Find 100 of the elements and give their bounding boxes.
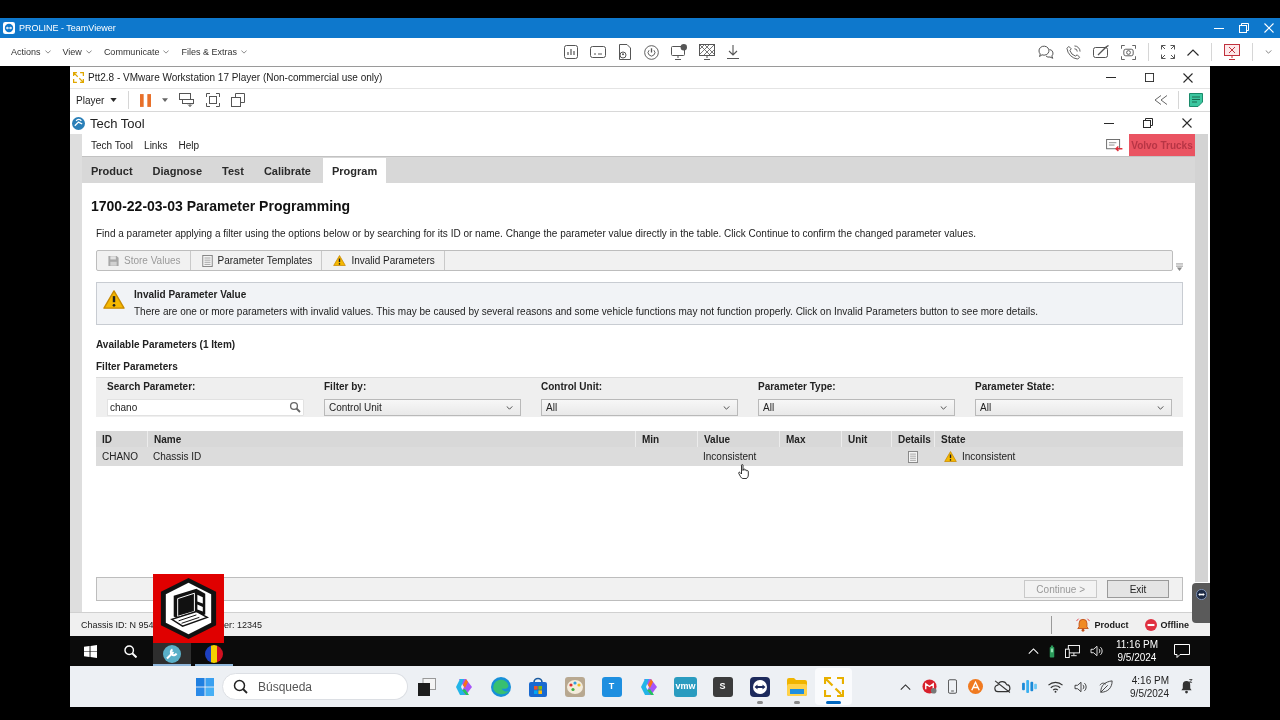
side-handle[interactable]	[1192, 583, 1210, 623]
warning-icon	[333, 255, 347, 266]
ribbon-logo-icon	[638, 676, 659, 697]
menu-button[interactable]: Actions	[11, 47, 51, 57]
menu-item[interactable]: Tech Tool	[91, 139, 134, 151]
dropdown[interactable]: All	[758, 399, 955, 416]
description-text: Find a parameter applying a filter using the options below or by searching for its ID or name. Change the parameter value directly in the table. Click Continue to confirm the changed parameter values.	[96, 228, 977, 240]
close-icon[interactable]	[1183, 72, 1193, 83]
app-tile: S	[712, 676, 733, 697]
restore-icon[interactable]	[1143, 118, 1153, 128]
phone-icon[interactable]	[1066, 44, 1081, 60]
monitor-x-icon[interactable]	[1224, 44, 1240, 60]
maximize-icon[interactable]	[1145, 73, 1154, 82]
close-icon[interactable]	[1182, 118, 1192, 128]
column-header[interactable]: ID	[96, 431, 147, 447]
nav-tab[interactable]: Product	[82, 158, 142, 183]
toolbar-button[interactable]: Invalid Parameters	[322, 251, 445, 270]
notification-icon[interactable]	[1174, 644, 1190, 658]
options-icon[interactable]	[1176, 263, 1183, 271]
table-row[interactable]: CHANO Chassis ID Inconsistent Inconsistent	[96, 447, 1183, 466]
hand-cursor-icon	[738, 464, 749, 479]
status-text: Chassis ID: N 954	[80, 619, 155, 630]
dropdown[interactable]: All	[541, 399, 738, 416]
table-cell: CHANO	[102, 450, 139, 463]
menu-button[interactable]: View	[62, 47, 92, 57]
menu-item[interactable]: Help	[178, 139, 199, 151]
power-icon[interactable]	[644, 44, 659, 60]
player-menu-button[interactable]: Player	[76, 94, 118, 106]
table-cell: Chassis ID	[153, 450, 202, 463]
search-field[interactable]: chano	[107, 399, 287, 416]
task-view-icon	[417, 677, 436, 696]
nav-tab[interactable]: Diagnose	[143, 158, 212, 183]
nav-tab[interactable]: Program	[322, 158, 387, 183]
card-icon[interactable]	[590, 46, 606, 58]
network-icon[interactable]	[1064, 644, 1080, 658]
search-icon[interactable]	[124, 644, 137, 658]
nav-tab[interactable]: Test	[213, 158, 253, 183]
fullscreen-icon[interactable]	[206, 93, 221, 107]
bars-icon[interactable]	[1022, 680, 1038, 693]
alert-title: Invalid Parameter Value	[134, 289, 248, 301]
start-icon[interactable]	[196, 677, 214, 696]
double-arrow-icon	[1195, 589, 1207, 600]
bell-sleep-icon[interactable]	[1180, 679, 1193, 694]
phone-outline-icon[interactable]	[948, 679, 958, 694]
circle-app-icon[interactable]	[922, 679, 938, 694]
status-text: er: 12345	[224, 619, 263, 630]
battery-icon[interactable]	[1048, 644, 1055, 658]
monitor-icon[interactable]	[671, 44, 687, 60]
menu-button[interactable]: Communicate	[103, 47, 170, 57]
minimize-icon[interactable]	[1104, 122, 1114, 124]
clock-time[interactable]: 4:16 PM	[1131, 673, 1169, 687]
double-chevron-icon[interactable]	[1154, 95, 1168, 105]
caret-down-icon[interactable]	[162, 98, 169, 102]
dialog-button[interactable]: Exit	[1107, 580, 1169, 598]
filter-label: Search Parameter:	[107, 381, 197, 393]
search-icon[interactable]	[222, 673, 256, 700]
caret-up-icon[interactable]	[900, 683, 912, 690]
filter-label: Parameter State:	[975, 381, 1056, 393]
menu-button[interactable]: Files & Extras	[181, 47, 247, 57]
nav-tab[interactable]: Calibrate	[254, 158, 320, 183]
caret-up-icon[interactable]	[1187, 48, 1199, 56]
start-icon[interactable]	[84, 644, 97, 658]
letter-circle-icon[interactable]	[968, 679, 984, 694]
dropdown[interactable]: All	[975, 399, 1172, 416]
download-icon[interactable]	[727, 45, 739, 59]
volume-icon[interactable]	[1074, 680, 1089, 693]
caret-down-icon	[1157, 405, 1164, 410]
pause-icon[interactable]	[140, 93, 152, 107]
note-icon[interactable]	[1189, 93, 1203, 107]
clock-time[interactable]: 11:16 PM	[1115, 638, 1158, 651]
chart-icon[interactable]	[564, 45, 578, 59]
fullscreen-icon[interactable]	[1161, 45, 1175, 59]
document-icon[interactable]	[907, 450, 918, 463]
app-tile: vmw	[674, 676, 697, 697]
status-text: Offline	[1160, 619, 1189, 630]
table-cell: Inconsistent	[703, 450, 757, 463]
dropdown[interactable]: Control Unit	[324, 399, 521, 416]
table-cell: Inconsistent	[962, 450, 1016, 463]
menu-item[interactable]: Links	[144, 139, 168, 151]
document-icon	[201, 254, 213, 267]
taskbar-button[interactable]: S	[704, 668, 741, 705]
volume-icon[interactable]	[1089, 645, 1104, 657]
wifi-icon[interactable]	[1048, 680, 1064, 693]
warning-icon	[103, 290, 125, 309]
cloud-off-icon[interactable]	[994, 680, 1012, 693]
hatched-screen-icon[interactable]	[699, 44, 715, 60]
clock-date[interactable]: 9/5/2024	[1117, 651, 1157, 664]
pen-card-icon[interactable]	[1093, 45, 1109, 59]
camera-icon[interactable]	[1121, 44, 1136, 60]
flag-icon	[205, 644, 223, 663]
chat-icon[interactable]	[1038, 45, 1054, 59]
wrench-icon	[163, 644, 181, 663]
taskbar-button[interactable]	[153, 643, 191, 666]
overlapping-windows-icon[interactable]	[231, 93, 246, 107]
leaf-icon[interactable]	[1099, 679, 1114, 694]
toolbar-button[interactable]: Parameter Templates	[190, 251, 323, 270]
scrollbar[interactable]	[1195, 134, 1208, 582]
document-person-icon[interactable]	[618, 44, 632, 60]
clock-date[interactable]: 9/5/2024	[1130, 686, 1169, 700]
keyboard-send-icon[interactable]	[179, 93, 196, 107]
